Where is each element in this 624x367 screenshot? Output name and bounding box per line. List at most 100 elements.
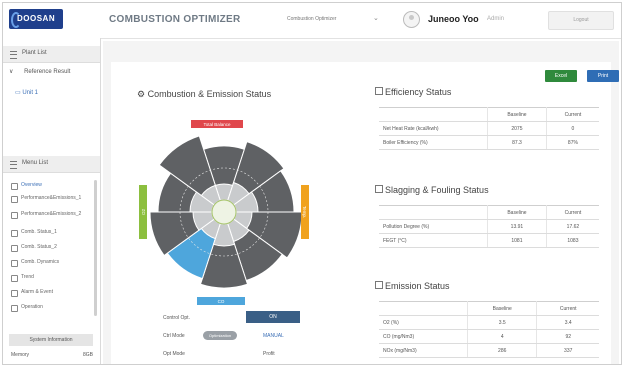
table-cell: Boiler Efficiency (%) — [379, 135, 488, 150]
system-info-row: Memory 8GB — [11, 352, 93, 358]
menu-item-operation[interactable]: Operation — [3, 302, 93, 315]
unit-label: Unit 1 — [22, 90, 39, 96]
table-cell: 286 — [467, 343, 538, 358]
opt-mode-label: Opt Mode — [163, 351, 185, 357]
overview-icon — [11, 183, 18, 190]
efficiency-table: Baseline Current Net Heat Rate (kcal/kwh… — [379, 107, 599, 150]
sidebar-scrollbar[interactable] — [94, 180, 97, 316]
menu-item-alarm-event[interactable]: Alarm & Event — [3, 287, 93, 300]
table-header-cell: Baseline — [487, 107, 547, 122]
menu-item-comb-status-2[interactable]: Comb. Status_2 — [3, 242, 93, 255]
dynamics-icon — [11, 260, 18, 267]
system-info-label: Memory — [11, 352, 30, 358]
menu-item-performance-2[interactable]: Performance&Emissions_2 — [3, 209, 93, 224]
table-row: NOx (mg/Nm3) 286 337 — [379, 343, 599, 358]
table-cell: NOx (mg/Nm3) — [379, 343, 468, 358]
system-info-header: System Information — [9, 334, 93, 346]
system-info-value: 8GB — [82, 352, 93, 358]
emission-table: Baseline Current O2 (%) 3.5 3.4 CO (mg/N… — [379, 301, 599, 358]
control-opt-label: Control Opt. — [163, 315, 190, 321]
table-cell: CO (mg/Nm3) — [379, 329, 468, 344]
user-avatar-icon[interactable] — [403, 11, 420, 28]
table-cell: 92 — [536, 329, 599, 344]
o2-label: O2 — [141, 209, 146, 216]
plant-list-label: Plant List — [22, 50, 47, 56]
table-header-row: Baseline Current — [379, 301, 599, 316]
tree-root[interactable]: ∨ Reference Result — [9, 68, 70, 75]
table-header-cell — [379, 205, 488, 220]
menu-item-performance-1[interactable]: Performance&Emissions_1 — [3, 193, 93, 208]
sidebar: Plant List ∨ Reference Result ▭ Unit 1 M… — [3, 38, 101, 364]
slagging-title: Slagging & Fouling Status — [375, 185, 489, 195]
menu-item-comb-dynamics[interactable]: Comb. Dynamics — [3, 257, 93, 270]
efficiency-title: Efficiency Status — [375, 87, 451, 97]
menu-item-label: Trend — [21, 274, 34, 280]
menu-item-label: Alarm & Event — [21, 289, 53, 295]
menu-item-comb-status-1[interactable]: Comb. Status_1 — [3, 227, 93, 240]
optimization-toggle[interactable]: Optimization — [203, 331, 237, 340]
plant-list-header[interactable]: Plant List — [3, 46, 100, 63]
menu-list-header[interactable]: Menu List — [3, 156, 100, 173]
table-cell: 1081 — [487, 233, 547, 248]
chevron-down-icon: ∨ — [9, 69, 14, 75]
performance-icon — [11, 196, 18, 203]
company-logo[interactable]: DOOSAN — [9, 9, 63, 29]
main-content: Excel Print ⚙ Combustion & Emission Stat… — [103, 41, 619, 364]
app-title: COMBUSTION OPTIMIZER — [109, 14, 241, 25]
table-header-cell: Baseline — [487, 205, 547, 220]
emission-title-text: Emission Status — [385, 281, 450, 291]
efficiency-title-text: Efficiency Status — [385, 87, 452, 97]
app-selector-dropdown[interactable]: Combustion Optimizer — [287, 16, 336, 22]
ctrl-mode-value: MANUAL — [263, 333, 284, 339]
table-cell: 13.91 — [487, 219, 547, 234]
table-header-row: Baseline Current — [379, 107, 599, 122]
slagging-title-text: Slagging & Fouling Status — [385, 185, 489, 195]
table-header-cell — [379, 301, 468, 316]
table-cell: Net Heat Rate (kcal/kwh) — [379, 121, 488, 136]
slagging-table: Baseline Current Pollution Degree (%) 13… — [379, 205, 599, 248]
print-button[interactable]: Print — [587, 70, 619, 82]
opt-mode-value: Profit — [263, 351, 275, 357]
list-icon — [10, 161, 17, 169]
table-cell: 0 — [546, 121, 599, 136]
logo-text: DOOSAN — [17, 14, 56, 23]
table-header-cell: Current — [546, 107, 599, 122]
emission-title: Emission Status — [375, 281, 450, 291]
unit-link[interactable]: ▭ Unit 1 — [15, 89, 38, 96]
table-cell: 3.4 — [536, 315, 599, 330]
grid-icon — [375, 87, 383, 95]
user-role: Admin — [487, 16, 505, 22]
combustion-radar-chart: Total Balance O2 Temp. CO — [139, 120, 309, 305]
control-opt-on-button[interactable]: ON — [246, 311, 300, 323]
co-label: CO — [218, 299, 225, 304]
operation-icon — [11, 305, 18, 312]
gear-icon: ⚙ — [137, 89, 146, 99]
table-cell: 337 — [536, 343, 599, 358]
status-icon — [11, 230, 18, 237]
tree-root-label: Reference Result — [24, 69, 71, 75]
table-header-cell — [379, 107, 488, 122]
menu-item-label: Comb. Status_2 — [21, 244, 57, 250]
chevron-down-icon[interactable]: ⌄ — [373, 14, 379, 22]
grid-icon — [375, 281, 383, 289]
table-header-cell: Current — [536, 301, 599, 316]
menu-item-overview[interactable]: Overview — [3, 180, 93, 193]
excel-button[interactable]: Excel — [545, 70, 577, 82]
combustion-title: ⚙ Combustion & Emission Status — [137, 89, 271, 100]
table-cell: Pollution Degree (%) — [379, 219, 488, 234]
status-icon — [11, 245, 18, 252]
table-cell: 1083 — [546, 233, 599, 248]
table-cell: FEGT (°C) — [379, 233, 488, 248]
menu-item-trend[interactable]: Trend — [3, 272, 93, 285]
logout-button[interactable]: Logout — [548, 11, 614, 30]
grid-icon — [375, 185, 383, 193]
menu-item-label: Operation — [21, 304, 43, 310]
menu-item-label: Comb. Status_1 — [21, 229, 57, 235]
top-header: DOOSAN COMBUSTION OPTIMIZER Combustion O… — [3, 3, 621, 39]
table-row: FEGT (°C) 1081 1083 — [379, 233, 599, 248]
app-window: DOOSAN COMBUSTION OPTIMIZER Combustion O… — [2, 2, 622, 365]
table-header-cell: Current — [546, 205, 599, 220]
table-cell: 87% — [546, 135, 599, 150]
trend-icon — [11, 275, 18, 282]
table-header-row: Baseline Current — [379, 205, 599, 220]
